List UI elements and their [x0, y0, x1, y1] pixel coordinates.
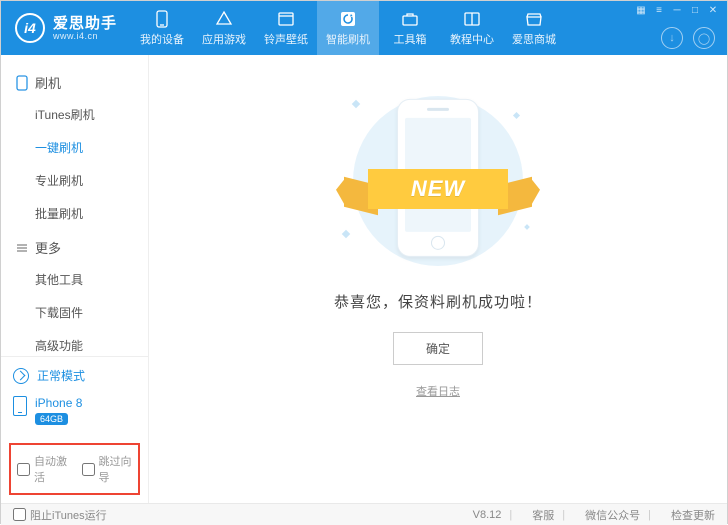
wechat-link[interactable]: 微信公众号 — [585, 507, 640, 523]
mode-row[interactable]: 正常模式 — [13, 367, 136, 384]
refresh-icon — [339, 10, 357, 28]
tab-apps[interactable]: 应用游戏 — [193, 1, 255, 55]
app-site: www.i4.cn — [53, 31, 117, 41]
close-icon[interactable]: ✕ — [707, 5, 719, 16]
update-link[interactable]: 检查更新 — [671, 507, 715, 523]
sidebar-item[interactable]: 下载固件 — [1, 296, 148, 329]
sidebar-item[interactable]: iTunes刷机 — [1, 98, 148, 131]
tab-tutorial[interactable]: 教程中心 — [441, 1, 503, 55]
tab-label: 工具箱 — [394, 31, 427, 47]
auto-activate-checkbox[interactable]: 自动激活 — [17, 453, 68, 485]
sidebar-item[interactable]: 专业刷机 — [1, 164, 148, 197]
logo: i4 爱思助手 www.i4.cn — [1, 13, 131, 43]
tab-label: 应用游戏 — [202, 31, 246, 47]
list-icon — [15, 242, 29, 254]
minimize-icon[interactable]: ─ — [671, 5, 683, 16]
store-icon — [525, 10, 543, 28]
sidebar: 刷机iTunes刷机一键刷机专业刷机批量刷机更多其他工具下载固件高级功能 正常模… — [1, 55, 149, 503]
maximize-icon[interactable]: □ — [689, 5, 701, 16]
window-controls: ▦ ≡ ─ □ ✕ — [635, 5, 719, 16]
sidebar-item[interactable]: 高级功能 — [1, 329, 148, 356]
block-itunes-checkbox[interactable]: 阻止iTunes运行 — [13, 507, 107, 523]
sync-icon — [13, 368, 29, 384]
phone-outline-icon — [15, 75, 29, 91]
app-name: 爱思助手 — [53, 16, 117, 31]
phone-icon — [153, 10, 171, 28]
view-log-link[interactable]: 查看日志 — [416, 383, 460, 399]
apps-icon — [215, 10, 233, 28]
main-content: NEW 恭喜您，保资料刷机成功啦！ 确定 查看日志 — [149, 55, 727, 503]
tab-toolbox[interactable]: 工具箱 — [379, 1, 441, 55]
options-box: 自动激活 跳过向导 — [9, 443, 140, 495]
tab-label: 爱思商城 — [512, 31, 556, 47]
support-link[interactable]: 客服 — [532, 507, 554, 523]
book-icon — [463, 10, 481, 28]
tab-label: 铃声壁纸 — [264, 31, 308, 47]
device-row[interactable]: iPhone 8 64GB — [13, 396, 136, 425]
tab-label: 教程中心 — [450, 31, 494, 47]
sidebar-group-title: 更多 — [1, 230, 148, 263]
sidebar-item[interactable]: 批量刷机 — [1, 197, 148, 230]
ok-button[interactable]: 确定 — [393, 332, 483, 365]
sidebar-item[interactable]: 一键刷机 — [1, 131, 148, 164]
storage-badge: 64GB — [35, 413, 68, 425]
tab-device[interactable]: 我的设备 — [131, 1, 193, 55]
app-header: i4 爱思助手 www.i4.cn 我的设备 应用游戏 铃声壁纸 智能刷机 工具箱 教程中… — [1, 1, 727, 55]
sidebar-group-title: 刷机 — [1, 65, 148, 98]
phone-icon — [13, 396, 27, 416]
menu-icon[interactable]: ≡ — [653, 5, 665, 16]
success-message: 恭喜您，保资料刷机成功啦！ — [334, 291, 542, 312]
tab-label: 我的设备 — [140, 31, 184, 47]
version-label: V8.12 — [473, 509, 502, 521]
briefcase-icon — [401, 10, 419, 28]
new-ribbon: NEW — [354, 169, 522, 215]
download-button[interactable]: ↓ — [661, 27, 683, 49]
mode-label: 正常模式 — [37, 367, 85, 384]
footer: 阻止iTunes运行 V8.12 | 客服 | 微信公众号 | 检查更新 — [1, 503, 727, 525]
sidebar-footer: 正常模式 iPhone 8 64GB — [1, 356, 148, 435]
tray-icon[interactable]: ▦ — [635, 5, 647, 16]
skip-guide-checkbox[interactable]: 跳过向导 — [82, 453, 133, 485]
success-illustration: NEW — [333, 91, 543, 271]
header-tabs: 我的设备 应用游戏 铃声壁纸 智能刷机 工具箱 教程中心 爱思商城 — [131, 1, 565, 55]
media-icon — [277, 10, 295, 28]
logo-icon: i4 — [15, 13, 45, 43]
sidebar-item[interactable]: 其他工具 — [1, 263, 148, 296]
tab-store[interactable]: 爱思商城 — [503, 1, 565, 55]
user-button[interactable]: ◯ — [693, 27, 715, 49]
tab-ring[interactable]: 铃声壁纸 — [255, 1, 317, 55]
header-actions: ↓ ◯ — [661, 27, 715, 49]
device-name: iPhone 8 — [35, 396, 82, 410]
tab-label: 智能刷机 — [326, 31, 370, 47]
tab-flash[interactable]: 智能刷机 — [317, 1, 379, 55]
